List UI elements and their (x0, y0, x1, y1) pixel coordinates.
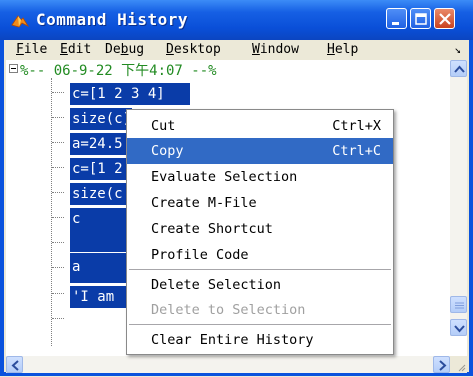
menu-help[interactable]: Help (327, 42, 358, 57)
menu-file-rest: ile (23, 42, 48, 57)
maximize-icon (415, 13, 427, 25)
history-entry[interactable]: a=24.5 (70, 133, 132, 155)
tree-branch (52, 142, 64, 143)
menu-item-label: Create Shortcut (151, 221, 273, 237)
vertical-scrollbar[interactable] (450, 60, 467, 336)
menu-desktop-mnemonic: D (166, 42, 174, 57)
tree-branch (52, 293, 64, 294)
tree-branch (52, 92, 64, 93)
tree-branch (52, 217, 64, 218)
history-entry[interactable]: c (70, 208, 132, 252)
menu-debug-pre: De (105, 42, 121, 57)
menu-item-profile-code[interactable]: Profile Code (127, 242, 393, 268)
menu-edit-rest: dit (67, 42, 92, 57)
tree-branch (52, 318, 64, 319)
title-bar[interactable]: Command History (0, 0, 473, 40)
collapse-toggle-icon[interactable] (9, 64, 18, 73)
history-entry[interactable]: c=[1 2 3 4] (70, 83, 190, 105)
minimize-button[interactable] (386, 8, 407, 29)
scroll-corner (450, 356, 467, 373)
matlab-logo-icon (11, 15, 29, 28)
menu-item-label: Delete to Selection (151, 302, 306, 318)
scroll-up-button[interactable] (450, 60, 467, 77)
chevron-left-icon (11, 360, 19, 371)
tree-branch (52, 192, 64, 193)
menu-item-delete-selection[interactable]: Delete Selection (127, 272, 393, 298)
menu-item-label: Cut (151, 118, 176, 134)
menu-window-mnemonic: W (252, 42, 260, 57)
tree-branch (52, 117, 64, 118)
menu-file[interactable]: File (16, 42, 47, 57)
tree-branch (52, 167, 64, 168)
close-button[interactable] (434, 8, 455, 29)
menu-item-label: Profile Code (151, 247, 249, 263)
menu-window-rest: indow (259, 42, 299, 57)
menu-item-label: Create M-File (151, 195, 257, 211)
scroll-thumb[interactable] (450, 296, 467, 313)
chevron-right-icon (439, 360, 447, 371)
menu-edit[interactable]: Edit (60, 42, 91, 57)
menu-file-mnemonic: F (16, 42, 24, 57)
menu-debug-rest: ug (128, 42, 145, 57)
menu-item-evaluate-selection[interactable]: Evaluate Selection (127, 164, 393, 190)
menu-desktop[interactable]: Desktop (166, 42, 221, 57)
history-entry[interactable]: 'I am (70, 286, 132, 308)
menu-edit-mnemonic: E (60, 42, 68, 57)
menu-item-clear-entire-history[interactable]: Clear Entire History (127, 327, 393, 353)
tree-branch (52, 267, 64, 268)
menu-item-label: Copy (151, 143, 184, 159)
menu-window[interactable]: Window (252, 42, 299, 57)
menu-item-create-m-file[interactable]: Create M-File (127, 190, 393, 216)
minimize-icon (392, 22, 399, 25)
menu-debug[interactable]: Debug (105, 42, 144, 57)
menu-help-mnemonic: H (327, 42, 335, 57)
menu-separator (129, 269, 391, 270)
menu-item-copy[interactable]: Copy Ctrl+C (127, 138, 393, 164)
chevron-down-icon (454, 325, 465, 333)
window-title: Command History (36, 10, 188, 29)
scroll-down-button[interactable] (450, 319, 467, 336)
grip-icon (455, 302, 464, 309)
menu-item-create-shortcut[interactable]: Create Shortcut (127, 216, 393, 242)
history-entry-text: c (72, 211, 81, 227)
menu-item-shortcut: Ctrl+C (332, 143, 381, 159)
history-entry[interactable]: size(c (70, 183, 132, 205)
chevron-up-icon (454, 65, 465, 73)
menu-item-label: Evaluate Selection (151, 169, 298, 185)
menu-desktop-rest: esktop (173, 42, 221, 57)
menu-separator (129, 324, 391, 325)
menu-item-label: Delete Selection (151, 277, 282, 293)
menu-bar: File Edit Debug Desktop Window Help ↘ (4, 40, 469, 60)
close-icon (439, 13, 451, 25)
history-entry-text: a (72, 259, 81, 275)
tree-branch (52, 242, 64, 243)
menu-item-label: Clear Entire History (151, 332, 314, 348)
maximize-button[interactable] (410, 8, 431, 29)
context-menu: Cut Ctrl+X Copy Ctrl+C Evaluate Selectio… (126, 109, 394, 355)
scroll-right-button[interactable] (433, 356, 450, 373)
history-entry[interactable]: a (70, 253, 132, 283)
resize-grip-icon[interactable] (450, 356, 467, 373)
menu-item-delete-to-selection: Delete to Selection (127, 297, 393, 323)
session-header[interactable]: %-- 06-9-22 下午4:07 --% (20, 60, 217, 80)
scroll-left-button[interactable] (6, 356, 23, 373)
menu-item-cut[interactable]: Cut Ctrl+X (127, 113, 393, 139)
menu-item-shortcut: Ctrl+X (332, 118, 381, 134)
history-entry[interactable]: size(c) (70, 108, 132, 130)
menu-help-rest: elp (334, 42, 359, 57)
horizontal-scrollbar[interactable] (6, 356, 450, 373)
undock-arrow-icon[interactable]: ↘ (454, 43, 461, 56)
tree-guide-line (51, 78, 52, 346)
history-entry[interactable]: c=[1 2 (70, 158, 132, 180)
